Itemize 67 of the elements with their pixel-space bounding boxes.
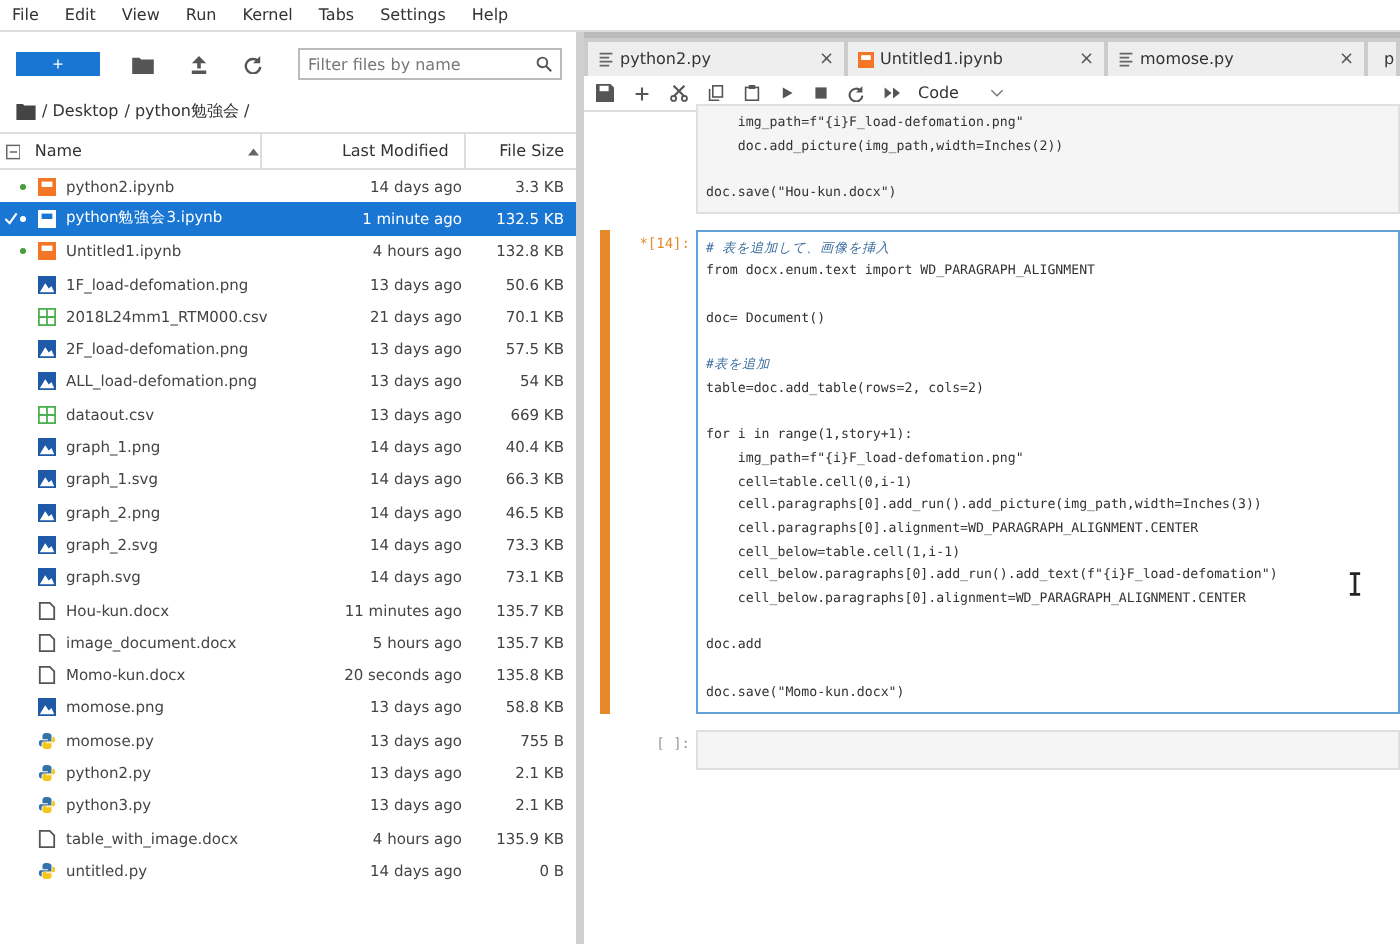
column-header[interactable]: Last Modified xyxy=(259,134,449,168)
image-icon xyxy=(38,340,56,359)
menu-item[interactable]: Edit xyxy=(64,6,96,24)
search-icon xyxy=(536,56,552,72)
python-icon xyxy=(38,731,56,750)
text-cursor-icon xyxy=(1348,572,1362,596)
notebook-icon xyxy=(38,177,56,196)
image-icon xyxy=(38,568,56,587)
python-icon xyxy=(38,763,56,782)
notebook-icon xyxy=(38,209,56,228)
refresh-icon[interactable] xyxy=(244,55,262,73)
add-icon[interactable] xyxy=(634,85,650,101)
menu-item[interactable]: Help xyxy=(471,6,509,24)
image-icon xyxy=(38,438,56,457)
editor-tab[interactable]: momose.py × xyxy=(1108,42,1364,76)
menu-item[interactable]: View xyxy=(121,6,160,24)
menu-item[interactable]: Settings xyxy=(380,6,446,24)
spreadsheet-icon xyxy=(38,307,56,326)
running-dot xyxy=(20,215,26,222)
column-header[interactable]: File Size xyxy=(464,134,564,168)
menu-item[interactable]: Tabs xyxy=(318,6,355,24)
menu-item[interactable]: Run xyxy=(185,6,217,24)
run-icon[interactable] xyxy=(780,86,794,100)
fast-forward-icon[interactable] xyxy=(884,86,902,100)
checkmark-icon xyxy=(4,211,18,226)
image-icon xyxy=(38,372,56,391)
close-icon[interactable]: × xyxy=(1338,49,1354,69)
upload-icon[interactable] xyxy=(190,55,208,73)
paste-icon[interactable] xyxy=(744,84,760,102)
cell-type-dropdown[interactable]: Code xyxy=(918,84,1005,102)
editor-tab[interactable]: python2.py × xyxy=(588,42,844,76)
cut-icon[interactable] xyxy=(670,84,688,102)
notebook-icon xyxy=(38,242,56,261)
editor-tab[interactable]: p xyxy=(1368,42,1396,76)
image-icon xyxy=(38,503,56,522)
chevron-down-icon xyxy=(990,88,1005,98)
running-dot xyxy=(20,248,26,255)
running-dot xyxy=(20,183,26,190)
python-icon xyxy=(38,861,56,880)
close-icon[interactable]: × xyxy=(818,49,834,69)
folder-icon[interactable] xyxy=(16,103,36,119)
close-icon[interactable]: × xyxy=(1078,49,1094,69)
text-file-icon xyxy=(598,51,614,67)
stop-icon[interactable] xyxy=(814,86,828,100)
spreadsheet-icon xyxy=(38,405,56,424)
document-icon xyxy=(38,829,56,848)
notebook-icon xyxy=(858,51,874,67)
new-folder-icon[interactable] xyxy=(132,55,154,73)
filter-field[interactable]: Filter files by name xyxy=(298,48,562,80)
image-icon xyxy=(38,535,56,554)
breadcrumb-link[interactable]: / Desktop xyxy=(42,102,119,120)
new-launcher-button[interactable]: + xyxy=(16,52,100,76)
image-icon xyxy=(38,470,56,489)
column-header[interactable]: Name xyxy=(34,142,248,160)
select-all-checkbox[interactable] xyxy=(6,143,21,159)
text-file-icon xyxy=(1118,51,1134,67)
image-icon xyxy=(38,698,56,717)
copy-icon[interactable] xyxy=(708,84,724,102)
editor-tab[interactable]: Untitled1.ipynb × xyxy=(848,42,1104,76)
sort-up-icon xyxy=(248,147,260,155)
breadcrumb-link[interactable]: / python勉強会 / xyxy=(124,100,250,122)
restart-icon[interactable] xyxy=(848,85,864,101)
menu-item[interactable]: File xyxy=(12,6,39,24)
python-icon xyxy=(38,796,56,815)
image-icon xyxy=(38,275,56,294)
save-icon[interactable] xyxy=(596,84,614,102)
menu-item[interactable]: Kernel xyxy=(242,6,293,24)
